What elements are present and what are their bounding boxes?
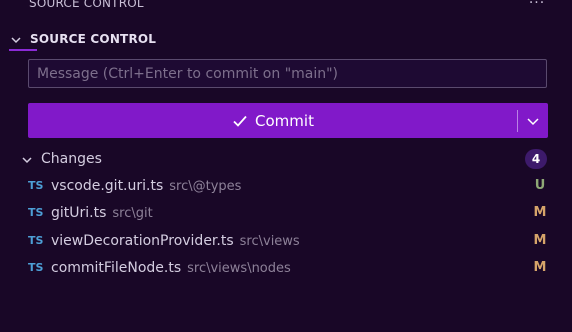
commit-button-group: Commit — [28, 103, 548, 138]
view-title: SOURCE CONTROL — [29, 0, 144, 10]
git-status-badge: U — [534, 178, 546, 193]
file-name-text: commitFileNode.ts — [51, 260, 182, 276]
git-status-badge: M — [533, 233, 547, 248]
file-path: src\views\nodes — [187, 261, 291, 276]
typescript-file-icon: TS — [28, 206, 44, 219]
changed-file-row[interactable]: TS vscode.git.uri.ts src\@types U — [0, 176, 572, 198]
file-path: src\git — [112, 206, 153, 221]
source-control-section-header[interactable]: SOURCE CONTROL — [0, 28, 572, 50]
focus-indicator — [9, 49, 37, 51]
file-path: src\@types — [169, 179, 242, 194]
file-name: gitUri.ts src\git — [51, 205, 153, 221]
changes-group-header[interactable]: Changes 4 — [0, 148, 572, 170]
view-title-bar: SOURCE CONTROL ··· — [0, 0, 572, 20]
changed-file-row[interactable]: TS viewDecorationProvider.ts src\views M — [0, 231, 572, 253]
git-status-badge: M — [533, 260, 547, 275]
commit-button-label: Commit — [255, 111, 314, 130]
file-name-text: viewDecorationProvider.ts — [51, 233, 234, 249]
chevron-down-icon — [527, 117, 539, 125]
ellipsis-icon[interactable]: ··· — [527, 0, 547, 10]
changed-file-row[interactable]: TS commitFileNode.ts src\views\nodes M — [0, 258, 572, 280]
typescript-file-icon: TS — [28, 234, 44, 247]
commit-message-input[interactable] — [28, 59, 547, 88]
changes-count-badge: 4 — [525, 149, 547, 169]
file-name-text: vscode.git.uri.ts — [51, 178, 164, 194]
file-name: commitFileNode.ts src\views\nodes — [51, 260, 291, 276]
chevron-down-icon — [11, 37, 21, 44]
chevron-down-icon — [22, 157, 32, 164]
typescript-file-icon: TS — [28, 179, 44, 192]
file-name: vscode.git.uri.ts src\@types — [51, 178, 241, 194]
file-name: viewDecorationProvider.ts src\views — [51, 233, 300, 249]
changed-file-row[interactable]: TS gitUri.ts src\git M — [0, 203, 572, 225]
commit-options-button[interactable] — [518, 103, 548, 138]
file-name-text: gitUri.ts — [51, 205, 107, 221]
changes-label: Changes — [41, 151, 102, 167]
button-separator — [517, 109, 518, 132]
commit-button[interactable]: Commit — [28, 103, 517, 138]
git-status-badge: M — [533, 205, 547, 220]
file-path: src\views — [239, 234, 300, 249]
typescript-file-icon: TS — [28, 261, 44, 274]
section-title: SOURCE CONTROL — [30, 32, 157, 46]
check-icon — [233, 115, 247, 127]
